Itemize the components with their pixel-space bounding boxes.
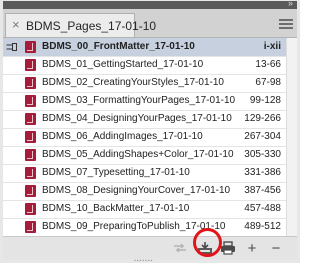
close-icon[interactable]: × bbox=[12, 17, 20, 32]
document-name: BDMS_06_AddingImages_17-01-10 bbox=[42, 131, 203, 142]
document-row[interactable]: BDMS_07_Typesetting_17-01-10 331-386 bbox=[3, 164, 297, 183]
style-source-cell[interactable] bbox=[3, 92, 20, 110]
indesign-file-icon bbox=[25, 167, 36, 179]
document-page-range: 305-330 bbox=[244, 149, 281, 160]
style-source-icon bbox=[6, 43, 17, 51]
indesign-file-icon bbox=[25, 95, 36, 107]
sync-styles-icon[interactable] bbox=[171, 239, 189, 257]
document-page-range: 67-98 bbox=[255, 77, 281, 88]
style-source-cell[interactable] bbox=[3, 164, 20, 182]
document-row[interactable]: BDMS_02_CreatingYourStyles_17-01-10 67-98 bbox=[3, 74, 297, 93]
document-name: BDMS_09_PreparingToPublish_17-01-10 bbox=[42, 221, 226, 232]
document-row[interactable]: BDMS_05_AddingShapes+Color_17-01-10 305-3… bbox=[3, 146, 297, 165]
document-row[interactable]: BDMS_01_GettingStarted_17-01-10 13-66 bbox=[3, 56, 297, 75]
document-name: BDMS_01_GettingStarted_17-01-10 bbox=[42, 59, 204, 70]
document-row[interactable]: BDMS_00_FrontMatter_17-01-10 i-xii bbox=[3, 38, 297, 57]
scrollbar[interactable] bbox=[286, 38, 297, 236]
book-tab-title: BDMS_Pages_17-01-10 bbox=[26, 19, 157, 33]
book-tab[interactable]: × BDMS_Pages_17-01-10 bbox=[5, 13, 156, 37]
document-name: BDMS_04_DesigningYourPages_17-01-10 bbox=[42, 113, 232, 124]
style-source-cell[interactable] bbox=[3, 110, 20, 128]
remove-document-button[interactable]: − bbox=[267, 239, 285, 257]
indesign-file-icon bbox=[25, 203, 36, 215]
style-source-cell[interactable] bbox=[3, 56, 20, 74]
resize-grip-icon[interactable]: ▪▪▪▪▪▪▪ bbox=[134, 258, 153, 264]
document-page-range: 331-386 bbox=[244, 167, 281, 178]
panel-tab-strip: × BDMS_Pages_17-01-10 bbox=[3, 9, 297, 38]
indesign-file-icon bbox=[25, 221, 36, 233]
book-document-list: BDMS_00_FrontMatter_17-01-10 i-xii BDMS_01… bbox=[3, 38, 297, 237]
document-page-range: 129-266 bbox=[244, 113, 281, 124]
style-source-cell[interactable] bbox=[3, 74, 20, 92]
indesign-file-icon bbox=[25, 59, 36, 71]
document-name: BDMS_00_FrontMatter_17-01-10 bbox=[42, 41, 195, 52]
document-page-range: 387-456 bbox=[244, 185, 281, 196]
style-source-cell[interactable] bbox=[3, 38, 20, 56]
document-row[interactable]: BDMS_09_PreparingToPublish_17-01-10 489-5… bbox=[3, 218, 297, 237]
document-name: BDMS_07_Typesetting_17-01-10 bbox=[42, 167, 190, 178]
indesign-file-icon bbox=[25, 113, 36, 125]
document-name: BDMS_02_CreatingYourStyles_17-01-10 bbox=[42, 77, 224, 88]
indesign-file-icon bbox=[25, 77, 36, 89]
style-source-cell[interactable] bbox=[3, 146, 20, 164]
panel-toolbar: + − bbox=[3, 236, 297, 259]
document-row[interactable]: BDMS_04_DesigningYourPages_17-01-10 129-2… bbox=[3, 110, 297, 129]
document-name: BDMS_08_DesigningYourCover_17-01-10 bbox=[42, 185, 231, 196]
book-panel: » × BDMS_Pages_17-01-10 BDMS_00_FrontMat… bbox=[0, 0, 300, 264]
document-page-range: 13-66 bbox=[255, 59, 281, 70]
document-page-range: 457-488 bbox=[244, 203, 281, 214]
document-name: BDMS_05_AddingShapes+Color_17-01-10 bbox=[42, 149, 234, 160]
document-page-range: 489-512 bbox=[244, 221, 281, 232]
document-page-range: 99-128 bbox=[249, 95, 281, 106]
document-row[interactable]: BDMS_03_FormattingYourPages_17-01-10 99-1… bbox=[3, 92, 297, 111]
print-book-icon[interactable] bbox=[219, 239, 237, 257]
style-source-cell[interactable] bbox=[3, 200, 20, 218]
document-name: BDMS_10_BackMatter_17-01-10 bbox=[42, 203, 190, 214]
document-name: BDMS_03_FormattingYourPages_17-01-10 bbox=[42, 95, 236, 106]
indesign-file-icon bbox=[25, 41, 36, 53]
save-book-icon[interactable] bbox=[196, 239, 214, 257]
style-source-cell[interactable] bbox=[3, 218, 20, 236]
document-page-range: i-xii bbox=[263, 41, 281, 52]
add-document-button[interactable]: + bbox=[243, 239, 261, 257]
document-row[interactable]: BDMS_06_AddingImages_17-01-10 267-304 bbox=[3, 128, 297, 147]
panel-menu-icon[interactable] bbox=[279, 19, 293, 31]
indesign-file-icon bbox=[25, 131, 36, 143]
style-source-cell[interactable] bbox=[3, 182, 20, 200]
document-row[interactable]: BDMS_08_DesigningYourCover_17-01-10 387-4… bbox=[3, 182, 297, 201]
style-source-cell[interactable] bbox=[3, 128, 20, 146]
document-page-range: 267-304 bbox=[244, 131, 281, 142]
indesign-file-icon bbox=[25, 149, 36, 161]
collapse-icon[interactable]: » bbox=[288, 0, 293, 8]
document-row[interactable]: BDMS_10_BackMatter_17-01-10 457-488 bbox=[3, 200, 297, 219]
indesign-file-icon bbox=[25, 185, 36, 197]
